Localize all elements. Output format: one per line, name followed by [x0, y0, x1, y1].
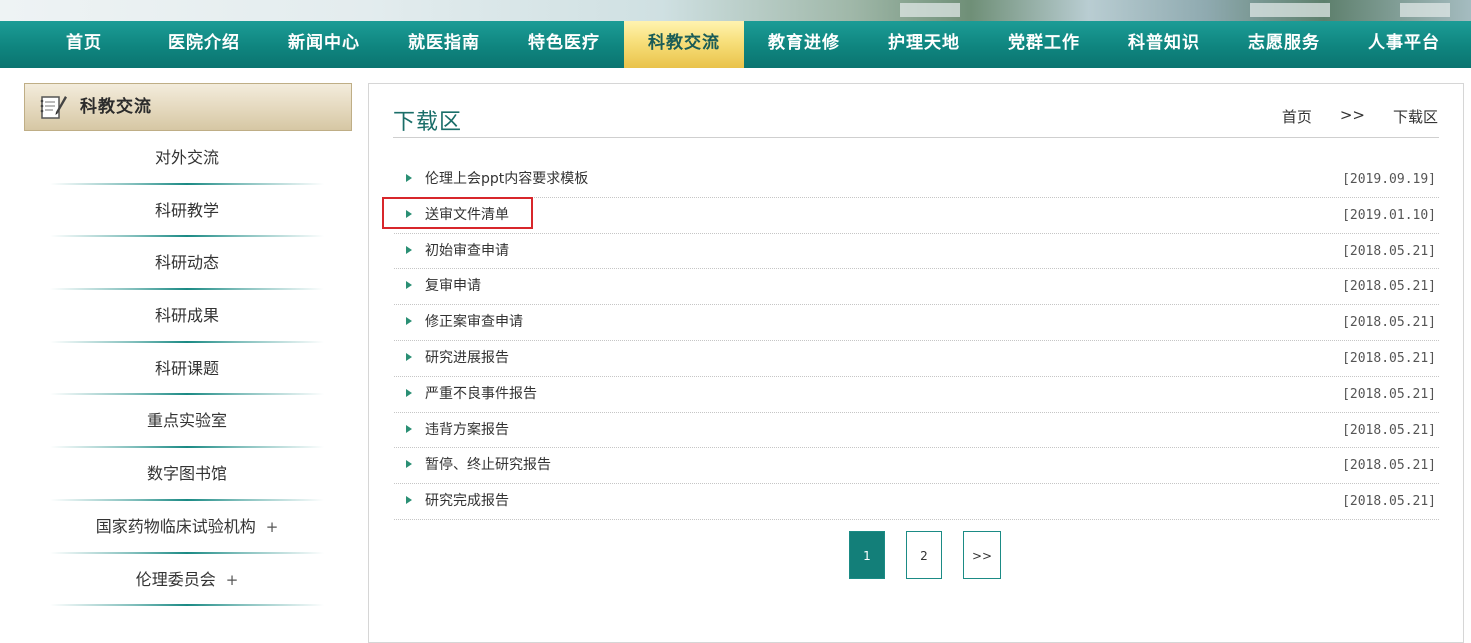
- bullet-arrow-icon: [406, 352, 412, 361]
- list-item[interactable]: 研究完成报告 [2018.05.21]: [394, 484, 1439, 520]
- file-link[interactable]: 暂停、终止研究报告: [425, 448, 551, 483]
- notepad-pencil-icon: [40, 96, 67, 119]
- nav-item-volunteer[interactable]: 志愿服务: [1224, 21, 1344, 68]
- download-list: 伦理上会ppt内容要求模板 [2019.09.19] 送审文件清单 [2019.01…: [394, 162, 1439, 520]
- file-date: [2018.05.21]: [1342, 243, 1436, 259]
- nav-item-home[interactable]: 首页: [24, 21, 144, 68]
- list-item[interactable]: 暂停、终止研究报告 [2018.05.21]: [394, 448, 1439, 485]
- file-date: [2018.05.21]: [1342, 386, 1436, 402]
- main-content-panel: 下载区 首页 >> 下载区 伦理上会ppt内容要求模板 [2019.09.19] …: [368, 83, 1464, 643]
- file-date: [2018.05.21]: [1342, 350, 1436, 366]
- sidebar-item-label: 科研课题: [154, 358, 219, 378]
- nav-item-party-work[interactable]: 党群工作: [984, 21, 1104, 68]
- nav-item-news[interactable]: 新闻中心: [264, 21, 384, 68]
- pagination: 1 2 >>: [849, 531, 1022, 579]
- sidebar-item-label: 重点实验室: [146, 411, 227, 431]
- expand-plus-icon[interactable]: +: [226, 571, 239, 589]
- sidebar-item-research-teaching[interactable]: 科研教学: [50, 185, 324, 238]
- file-date: [2018.05.21]: [1342, 422, 1436, 438]
- list-item[interactable]: 送审文件清单 [2019.01.10]: [394, 198, 1439, 234]
- file-date: [2018.05.21]: [1342, 494, 1436, 510]
- list-item[interactable]: 违背方案报告 [2018.05.21]: [394, 413, 1439, 449]
- sidebar-item-clinical-trial-institution[interactable]: 国家药物临床试验机构 +: [50, 501, 324, 554]
- main-nav: 首页 医院介绍 新闻中心 就医指南 特色医疗 科教交流 教育进修 护理天地 党群…: [0, 21, 1471, 68]
- nav-item-training[interactable]: 教育进修: [744, 21, 864, 68]
- page-button-2[interactable]: 2: [906, 531, 942, 579]
- title-divider: [393, 137, 1439, 138]
- sidebar-item-research-results[interactable]: 科研成果: [50, 290, 324, 343]
- nav-item-hospital-intro[interactable]: 医院介绍: [144, 21, 264, 68]
- bullet-arrow-icon: [406, 460, 412, 469]
- file-link[interactable]: 违背方案报告: [425, 413, 509, 448]
- top-banner: [0, 0, 1471, 21]
- page-button-1[interactable]: 1: [849, 531, 885, 579]
- nav-item-featured-medical[interactable]: 特色医疗: [504, 21, 624, 68]
- bullet-arrow-icon: [406, 496, 412, 505]
- file-link[interactable]: 修正案审查申请: [425, 305, 523, 340]
- bullet-arrow-icon: [406, 174, 412, 182]
- bullet-arrow-icon: [406, 424, 412, 433]
- page-title: 下载区: [393, 110, 463, 135]
- nav-item-guide[interactable]: 就医指南: [384, 21, 504, 68]
- breadcrumb: 首页 >> 下载区: [1282, 106, 1438, 127]
- bullet-arrow-icon: [406, 281, 412, 290]
- sidebar-item-label: 对外交流: [154, 148, 219, 167]
- file-link[interactable]: 研究完成报告: [425, 484, 509, 519]
- breadcrumb-current[interactable]: 下载区: [1393, 106, 1438, 127]
- bullet-arrow-icon: [406, 388, 412, 397]
- sidebar-item-label: 科研成果: [154, 306, 219, 326]
- file-link[interactable]: 伦理上会ppt内容要求模板: [425, 162, 588, 197]
- list-item[interactable]: 修正案审查申请 [2018.05.21]: [394, 305, 1439, 341]
- banner-building-graphic: [1250, 3, 1330, 17]
- banner-building-graphic: [900, 3, 960, 17]
- sidebar-item-research-news[interactable]: 科研动态: [50, 237, 324, 290]
- list-item[interactable]: 伦理上会ppt内容要求模板 [2019.09.19]: [394, 162, 1439, 198]
- bullet-arrow-icon: [406, 245, 412, 254]
- list-item[interactable]: 研究进展报告 [2018.05.21]: [394, 341, 1439, 377]
- breadcrumb-separator: >>: [1339, 106, 1365, 124]
- sidebar-item-digital-library[interactable]: 数字图书馆: [50, 448, 324, 501]
- file-date: [2019.09.19]: [1342, 172, 1436, 187]
- sidebar-item-label: 国家药物临床试验机构: [95, 516, 256, 536]
- banner-building-graphic: [1400, 3, 1450, 17]
- nav-item-research-education[interactable]: 科教交流: [624, 21, 744, 68]
- file-date: [2018.05.21]: [1342, 315, 1436, 331]
- sidebar-item-ethics-committee[interactable]: 伦理委员会 +: [50, 554, 324, 607]
- list-item[interactable]: 严重不良事件报告 [2018.05.21]: [394, 377, 1439, 413]
- file-link[interactable]: 初始审查申请: [425, 234, 509, 269]
- nav-item-nursing[interactable]: 护理天地: [864, 21, 984, 68]
- sidebar-item-label: 科研教学: [154, 200, 219, 220]
- list-item[interactable]: 复审申请 [2018.05.21]: [394, 269, 1439, 306]
- sidebar-item-label: 数字图书馆: [146, 464, 227, 484]
- sidebar-menu: 对外交流 科研教学 科研动态 科研成果 科研课题 重点实验室 数字图书馆 国家药…: [50, 132, 324, 606]
- bullet-arrow-icon: [406, 317, 412, 326]
- nav-item-hr[interactable]: 人事平台: [1344, 21, 1464, 68]
- sidebar-header: 科教交流: [24, 83, 352, 131]
- list-item[interactable]: 初始审查申请 [2018.05.21]: [394, 234, 1439, 270]
- sidebar-item-external-exchange[interactable]: 对外交流: [50, 132, 324, 185]
- nav-item-science[interactable]: 科普知识: [1104, 21, 1224, 68]
- sidebar-item-research-projects[interactable]: 科研课题: [50, 343, 324, 396]
- next-page-button[interactable]: >>: [963, 531, 1001, 579]
- sidebar-item-label: 伦理委员会: [135, 569, 216, 589]
- highlight-annotation-box: [382, 197, 533, 229]
- file-date: [2018.05.21]: [1342, 458, 1436, 474]
- file-date: [2019.01.10]: [1342, 207, 1436, 223]
- expand-plus-icon[interactable]: +: [266, 518, 279, 536]
- sidebar-item-key-lab[interactable]: 重点实验室: [50, 395, 324, 448]
- file-date: [2018.05.21]: [1342, 279, 1436, 295]
- sidebar-title: 科教交流: [80, 97, 152, 117]
- file-link[interactable]: 复审申请: [425, 269, 481, 304]
- file-link[interactable]: 严重不良事件报告: [425, 377, 537, 412]
- sidebar-item-label: 科研动态: [154, 253, 219, 273]
- file-link[interactable]: 研究进展报告: [425, 341, 509, 376]
- breadcrumb-home-link[interactable]: 首页: [1282, 106, 1312, 127]
